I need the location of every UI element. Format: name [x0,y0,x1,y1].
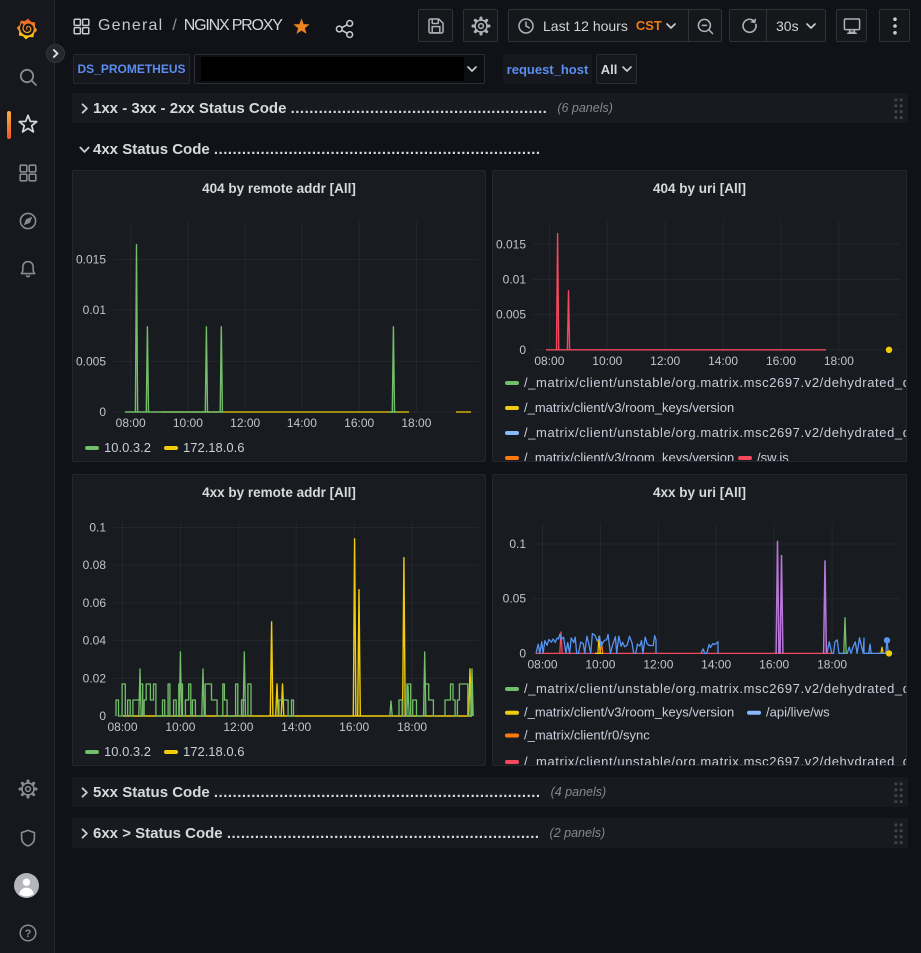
svg-text:0.015: 0.015 [496,237,526,251]
svg-text:172.18.0.6: 172.18.0.6 [183,440,244,455]
svg-text:404 by remote addr [All]: 404 by remote addr [All] [202,181,356,196]
svg-text:4xx by uri [All]: 4xx by uri [All] [653,485,746,500]
svg-text:0.015: 0.015 [76,253,106,267]
svg-text:/_matrix/client/unstable/org.m: /_matrix/client/unstable/org.matrix.msc2… [524,425,906,440]
svg-text:12:00: 12:00 [650,354,680,368]
svg-text:10:00: 10:00 [165,720,195,734]
svg-text:/_matrix/client/unstable/org.m: /_matrix/client/unstable/org.matrix.msc2… [524,375,906,390]
svg-text:08:00: 08:00 [534,354,564,368]
svg-text:12:00: 12:00 [643,658,673,672]
svg-text:18:00: 18:00 [401,416,431,430]
svg-text:/_matrix/client/v3/room_keys/v: /_matrix/client/v3/room_keys/version [524,400,734,415]
svg-text:12:00: 12:00 [223,720,253,734]
svg-text:08:00: 08:00 [527,658,557,672]
svg-text:0.1: 0.1 [89,521,106,535]
svg-text:0.01: 0.01 [503,273,527,287]
svg-text:16:00: 16:00 [344,416,374,430]
svg-text:4xx by remote addr [All]: 4xx by remote addr [All] [202,485,356,500]
svg-text:404 by uri [All]: 404 by uri [All] [653,181,746,196]
svg-text:0: 0 [99,405,106,419]
svg-text:10.0.3.2: 10.0.3.2 [104,744,151,759]
svg-text:/_matrix/client/r0/sync: /_matrix/client/r0/sync [524,728,650,743]
svg-text:/_matrix/client/v3/room_keys/v: /_matrix/client/v3/room_keys/version [524,705,734,720]
svg-text:10.0.3.2: 10.0.3.2 [104,440,151,455]
svg-text:16:00: 16:00 [766,354,796,368]
svg-text:10:00: 10:00 [592,354,622,368]
svg-text:0: 0 [519,343,526,357]
svg-text:08:00: 08:00 [116,416,146,430]
svg-text:16:00: 16:00 [759,658,789,672]
svg-text:14:00: 14:00 [708,354,738,368]
svg-text:14:00: 14:00 [281,720,311,734]
svg-text:/api/live/ws: /api/live/ws [766,705,830,720]
svg-text:0.08: 0.08 [83,558,107,572]
svg-text:12:00: 12:00 [230,416,260,430]
svg-text:10:00: 10:00 [173,416,203,430]
svg-text:14:00: 14:00 [701,658,731,672]
svg-text:14:00: 14:00 [287,416,317,430]
svg-text:18:00: 18:00 [817,658,847,672]
svg-text:0: 0 [99,709,106,723]
svg-text:0.005: 0.005 [76,354,106,368]
svg-text:0.005: 0.005 [496,308,526,322]
svg-text:0.06: 0.06 [83,596,107,610]
svg-text:172.18.0.6: 172.18.0.6 [183,744,244,759]
svg-text:08:00: 08:00 [107,720,137,734]
svg-text:18:00: 18:00 [824,354,854,368]
svg-text:0.04: 0.04 [83,634,107,648]
svg-text:?: ? [24,928,31,940]
svg-text:0: 0 [519,646,526,660]
svg-text:/sw.js: /sw.js [757,450,789,461]
svg-text:0.1: 0.1 [509,537,526,551]
svg-text:0.05: 0.05 [503,592,527,606]
svg-text:/_matrix/client/unstable/org.m: /_matrix/client/unstable/org.matrix.msc2… [524,754,906,765]
svg-text:/_matrix/client/v3/room_keys/v: /_matrix/client/v3/room_keys/version [524,450,734,461]
svg-text:10:00: 10:00 [585,658,615,672]
svg-text:0.02: 0.02 [83,671,107,685]
svg-text:/_matrix/client/unstable/org.m: /_matrix/client/unstable/org.matrix.msc2… [524,681,906,696]
svg-text:0.01: 0.01 [83,303,107,317]
svg-text:18:00: 18:00 [397,720,427,734]
svg-text:16:00: 16:00 [339,720,369,734]
